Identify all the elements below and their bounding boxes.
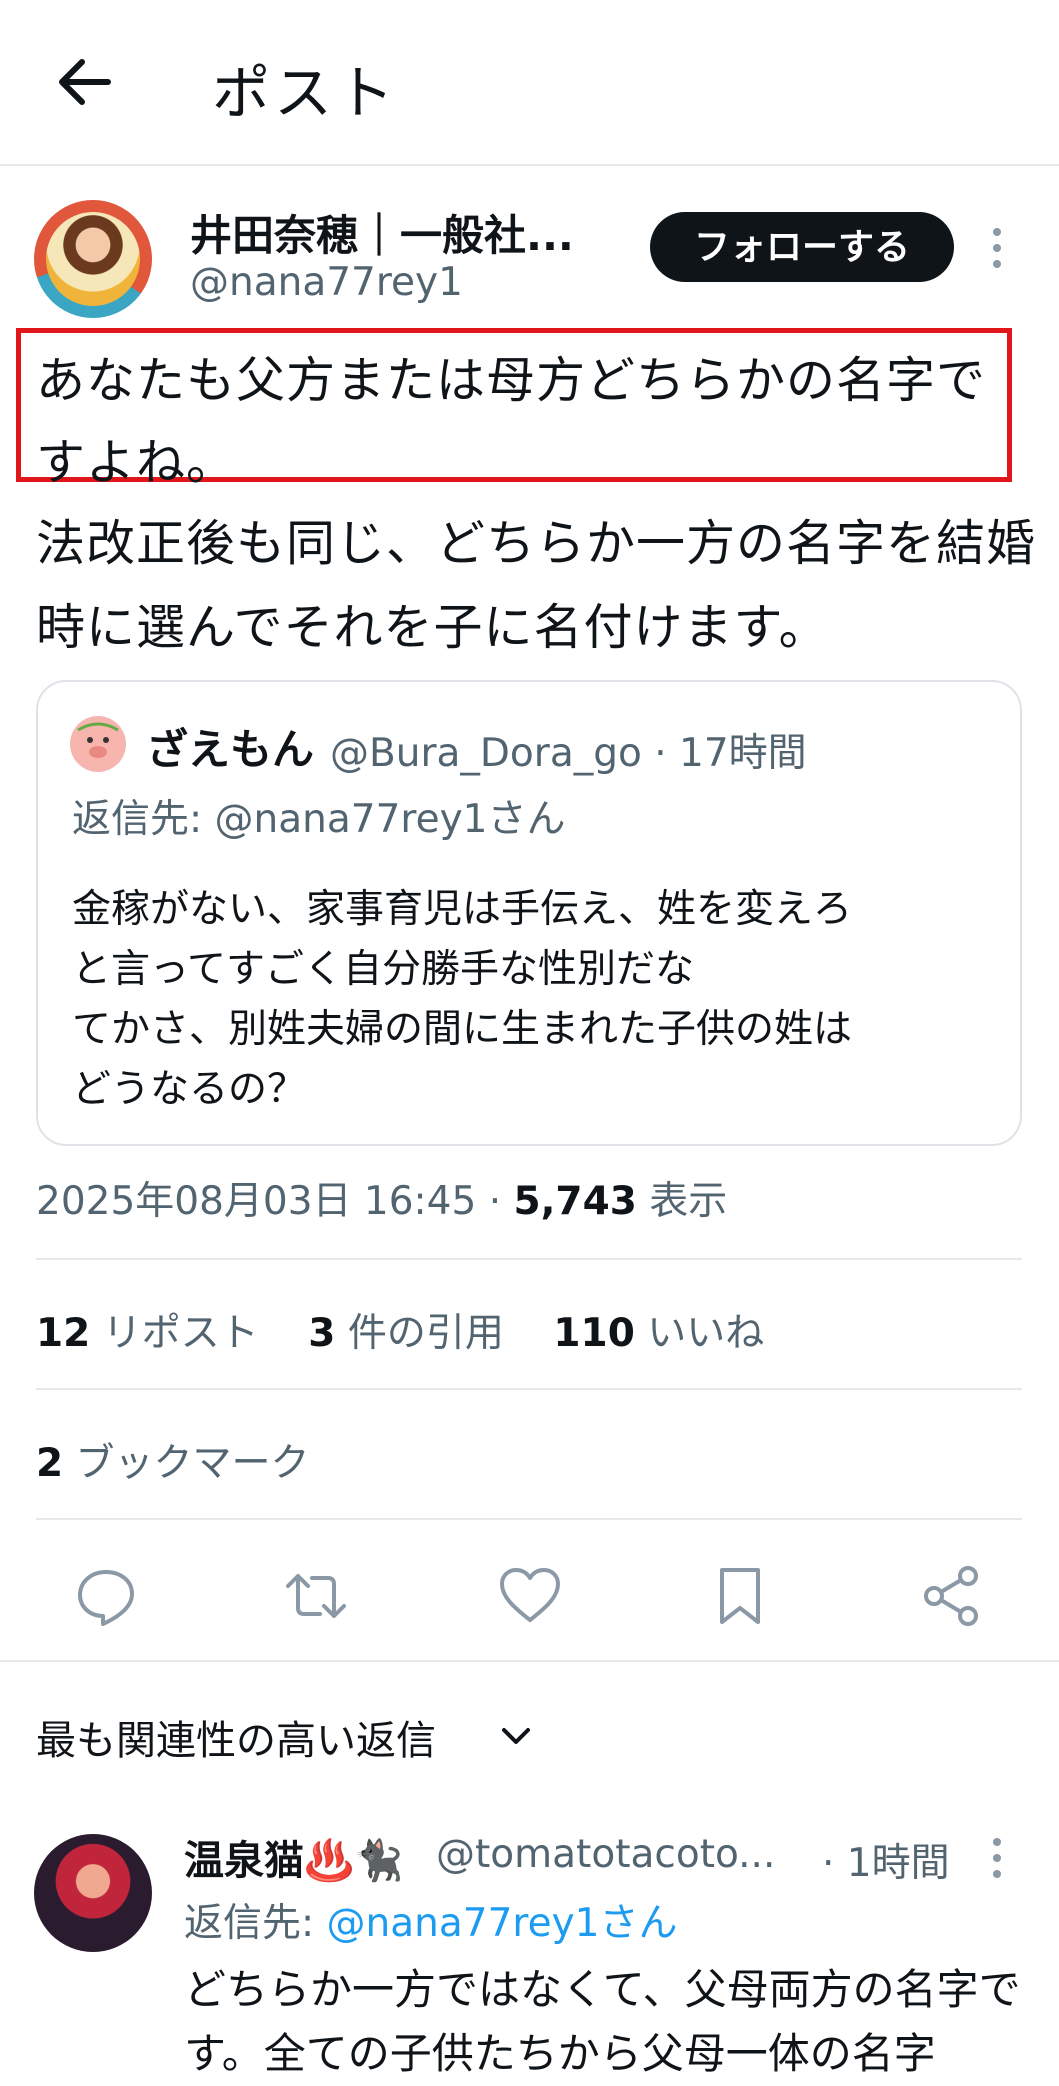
engagement-stats: 12 リポスト 3 件の引用 110 いいね — [36, 1302, 764, 1358]
quotes-link[interactable]: 3 件の引用 — [308, 1311, 504, 1356]
post-timestamp: 2025年08月03日 16:45 · 5,743 表示 — [36, 1170, 727, 1226]
quoted-author-handle: @Bura_Dora_go · 17時間 — [330, 731, 807, 776]
reply-icon[interactable] — [74, 1564, 138, 1628]
top-bar — [0, 0, 1059, 166]
more-options-icon[interactable] — [986, 228, 1008, 268]
views-label: 表示 — [636, 1179, 728, 1224]
reply-more-options-icon[interactable] — [986, 1838, 1008, 1878]
author-avatar-photo — [46, 212, 140, 306]
chevron-down-icon[interactable] — [496, 1716, 536, 1756]
bookmarks-link[interactable]: 2 ブックマーク — [36, 1432, 310, 1488]
post-text: 法改正後も同じ、どちらか一方の名字を結婚時に選んでそれを子に名付けます。 — [36, 515, 1037, 656]
likes-link[interactable]: 110 いいね — [553, 1311, 764, 1356]
quoted-reply-to: 返信先: @nana77rey1さん — [72, 797, 566, 842]
reply-to-line: 返信先: @nana77rey1さん — [184, 1892, 677, 1948]
share-icon[interactable] — [920, 1564, 984, 1628]
bookmark-icon[interactable] — [708, 1564, 772, 1628]
reposts-link[interactable]: 12 リポスト — [36, 1311, 259, 1356]
reply-author-name[interactable]: 温泉猫♨️🐈‍⬛ — [184, 1828, 404, 1886]
quoted-author-name: ざえもん — [146, 725, 315, 774]
author-handle[interactable]: @nana77rey1 — [190, 260, 463, 305]
quoted-post-text: 金稼がない、家事育児は手伝え、姓を変えろ と言ってすごく自分勝手な性別だな てか… — [72, 887, 853, 1112]
timestamp: 2025年08月03日 16:45 · — [36, 1179, 514, 1224]
reply-author-avatar[interactable] — [34, 1834, 152, 1952]
replies-sort-label[interactable]: 最も関連性の高い返信 — [36, 1708, 436, 1766]
views-count: 5,743 — [513, 1179, 637, 1224]
author-name[interactable]: 井田奈穂｜一般社... — [190, 202, 574, 263]
quoted-author-avatar — [70, 716, 126, 772]
divider — [36, 1518, 1022, 1520]
repost-icon[interactable] — [284, 1564, 348, 1628]
like-icon[interactable] — [498, 1564, 562, 1628]
section-divider — [0, 1660, 1059, 1662]
divider — [36, 1258, 1022, 1260]
reply-to-mention[interactable]: @nana77rey1さん — [327, 1901, 678, 1946]
follow-button[interactable]: フォローする — [650, 212, 954, 282]
back-arrow-icon[interactable] — [52, 50, 116, 114]
divider — [36, 1388, 1022, 1390]
page-title: ポスト — [212, 59, 399, 127]
reply-time[interactable]: · 1時間 — [822, 1832, 950, 1888]
post-text-highlighted: あなたも父方または母方どちらかの名字ですよね。 — [36, 352, 987, 491]
reply-text: どちらか一方ではなくて、父母両方の名字です。全ての子供たちから父母一体の名字 — [184, 1965, 1021, 2078]
reply-to-prefix: 返信先: — [184, 1901, 327, 1946]
reply-author-handle[interactable]: @tomatotacoto... — [436, 1832, 775, 1877]
